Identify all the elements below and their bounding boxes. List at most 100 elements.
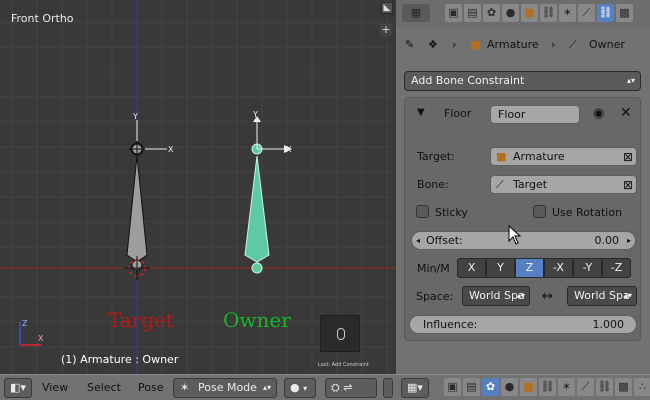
swap-arrows-icon: ↔ (542, 289, 553, 304)
clear-bone-icon[interactable]: ⊠ (623, 177, 633, 194)
target-space-dropdown[interactable]: World Spa ▴▾ (567, 286, 637, 306)
toolshelf-toggle-icon[interactable]: + (380, 24, 392, 36)
properties-context-tabs: ▦ ▣ ▤ ✿ ● ■ ⛓ ✶ ⟋ ⛓ ▩ (396, 0, 650, 28)
add-bone-constraint-dropdown[interactable]: Add Bone Constraint ▴▾ (404, 71, 641, 91)
target-text-object: Target (108, 308, 174, 332)
properties-editor: ▦ ▣ ▤ ✿ ● ■ ⛓ ✶ ⟋ ⛓ ▩ ✎ ❖ › ■ Armature ›… (395, 0, 650, 374)
armature-data-tab-icon[interactable]: ✶ (558, 378, 575, 396)
target-bone[interactable]: Y X (124, 112, 174, 280)
minm-label: Min/M (417, 262, 450, 275)
bone-label: Bone: (417, 178, 449, 191)
sticky-label: Sticky (435, 206, 468, 219)
use-rotation-checkbox[interactable] (533, 205, 546, 218)
object-tab-icon[interactable]: ■ (520, 378, 537, 396)
bone-constraints-tab-icon[interactable]: ⛓ (597, 4, 614, 22)
last-operator-panel[interactable] (320, 315, 360, 352)
scene-tab-icon[interactable]: ✿ (483, 4, 500, 22)
dropdown-arrows-icon: ▴▾ (262, 383, 271, 392)
viewport-title: Front Ortho (11, 12, 74, 25)
world-tab-icon[interactable]: ● (502, 4, 519, 22)
viewport-status: (1) Armature : Owner (61, 353, 179, 366)
particles-tab-icon[interactable]: ∴ (634, 378, 650, 396)
axis-y-button[interactable]: Y (486, 258, 515, 278)
bone-tab-icon[interactable]: ⟋ (578, 4, 595, 22)
mouse-icon (337, 328, 345, 340)
breadcrumb-separator-icon: › (452, 38, 457, 51)
editor-type-icon[interactable]: ◧▾ (4, 378, 32, 398)
object-tab-icon[interactable]: ■ (521, 4, 538, 22)
select-menu[interactable]: Select (87, 381, 121, 394)
space-label: Space: (416, 290, 454, 303)
more-header-icon[interactable] (383, 378, 393, 398)
render-layers-tab-icon[interactable]: ▤ (464, 4, 481, 22)
scene-tab-icon[interactable]: ✿ (482, 378, 499, 396)
dropdown-arrows-icon: ▴▾ (516, 291, 525, 300)
scene-icon: ❖ (428, 38, 438, 51)
eye-visibility-icon[interactable]: ◉ (593, 106, 604, 121)
target-label: Target: (417, 150, 455, 163)
offset-label: Offset: (426, 234, 463, 247)
object-constraints-tab-icon[interactable]: ⛓ (539, 378, 556, 396)
close-icon[interactable]: ✕ (620, 105, 632, 121)
owner-bone[interactable]: Y X (244, 110, 292, 274)
area-split-corner-icon[interactable]: ◣ (381, 2, 393, 14)
pivot-point-dropdown[interactable]: ⛭ ⇌ (325, 378, 377, 398)
dropdown-arrows-icon: ▴▾ (623, 291, 632, 300)
owner-space-dropdown[interactable]: World Spa ▴▾ (462, 286, 530, 306)
texture-tab-icon[interactable]: ▩ (615, 378, 632, 396)
pose-menu[interactable]: Pose (138, 381, 163, 394)
clear-target-icon[interactable]: ⊠ (623, 149, 633, 166)
render-tab-icon[interactable]: ▣ (445, 4, 462, 22)
decrement-arrow-icon[interactable]: ◂ (416, 232, 420, 249)
axis-gizmo: Z X (19, 319, 44, 346)
add-bone-constraint-label: Add Bone Constraint (411, 74, 525, 87)
texture-tab-icon[interactable]: ▩ (616, 4, 633, 22)
bone-field[interactable]: ⟋ Target ⊠ (490, 175, 637, 194)
mode-dropdown[interactable]: ✶ Pose Mode ▴▾ (173, 378, 277, 398)
target-field[interactable]: ■ Armature ⊠ (490, 147, 637, 166)
pin-icon[interactable]: ✎ (405, 38, 414, 51)
sticky-checkbox[interactable] (416, 205, 429, 218)
offset-value: 0.00 (594, 234, 620, 247)
mode-label: Pose Mode (198, 381, 257, 394)
svg-text:X: X (168, 145, 174, 154)
offset-slider[interactable]: ◂ Offset: 0.00 ▸ (411, 231, 636, 250)
axis-neg-y-button[interactable]: -Y (573, 258, 602, 278)
influence-slider[interactable]: Influence: 1.000 (409, 315, 637, 334)
armature-data-tab-icon[interactable]: ✶ (559, 4, 576, 22)
constraint-name-value: Floor (498, 108, 526, 121)
constraint-type-label: Floor (444, 107, 472, 120)
svg-text:Y: Y (132, 112, 138, 121)
svg-text:X: X (38, 334, 44, 343)
viewport-shading-dropdown[interactable]: ● ▾ (284, 378, 316, 398)
collapse-triangle-icon[interactable]: ▼ (417, 107, 425, 118)
view-menu[interactable]: View (42, 381, 68, 394)
operator-caption: Last: Add Constraint (318, 362, 369, 368)
render-tab-icon[interactable]: ▣ (444, 378, 461, 396)
target-space-value: World Spa (574, 289, 630, 302)
influence-value: 1.000 (592, 318, 625, 331)
mouse-pointer-icon (508, 225, 522, 245)
armature-object-icon: ■ (496, 150, 507, 163)
breadcrumb-bone: Owner (589, 38, 625, 51)
increment-arrow-icon[interactable]: ▸ (627, 232, 631, 249)
bone-icon: ⟋ (496, 178, 504, 191)
bone-constraints-tab-icon[interactable]: ⛓ (596, 378, 613, 396)
object-constraints-tab-icon[interactable]: ⛓ (540, 4, 557, 22)
axis-x-button[interactable]: X (457, 258, 486, 278)
breadcrumb-object: Armature (487, 38, 539, 51)
editor-type-icon[interactable]: ▦ (402, 4, 430, 22)
dropdown-arrows-icon: ▴▾ (626, 76, 635, 85)
constraint-name-field[interactable]: Floor (490, 105, 580, 124)
3d-viewport[interactable]: Y X Y X Z X (0, 0, 395, 374)
render-layers-tab-icon[interactable]: ▤ (463, 378, 480, 396)
editor-type-icon[interactable]: ▦▾ (401, 378, 429, 398)
axis-neg-z-button[interactable]: -Z (602, 258, 631, 278)
world-tab-icon[interactable]: ● (501, 378, 518, 396)
pose-mode-icon: ✶ (180, 381, 190, 394)
axis-neg-x-button[interactable]: -X (544, 258, 573, 278)
bone-tab-icon[interactable]: ⟋ (577, 378, 594, 396)
axis-z-button[interactable]: Z (515, 258, 544, 278)
influence-label: Influence: (423, 318, 478, 331)
armature-icon: ■ (470, 38, 481, 51)
